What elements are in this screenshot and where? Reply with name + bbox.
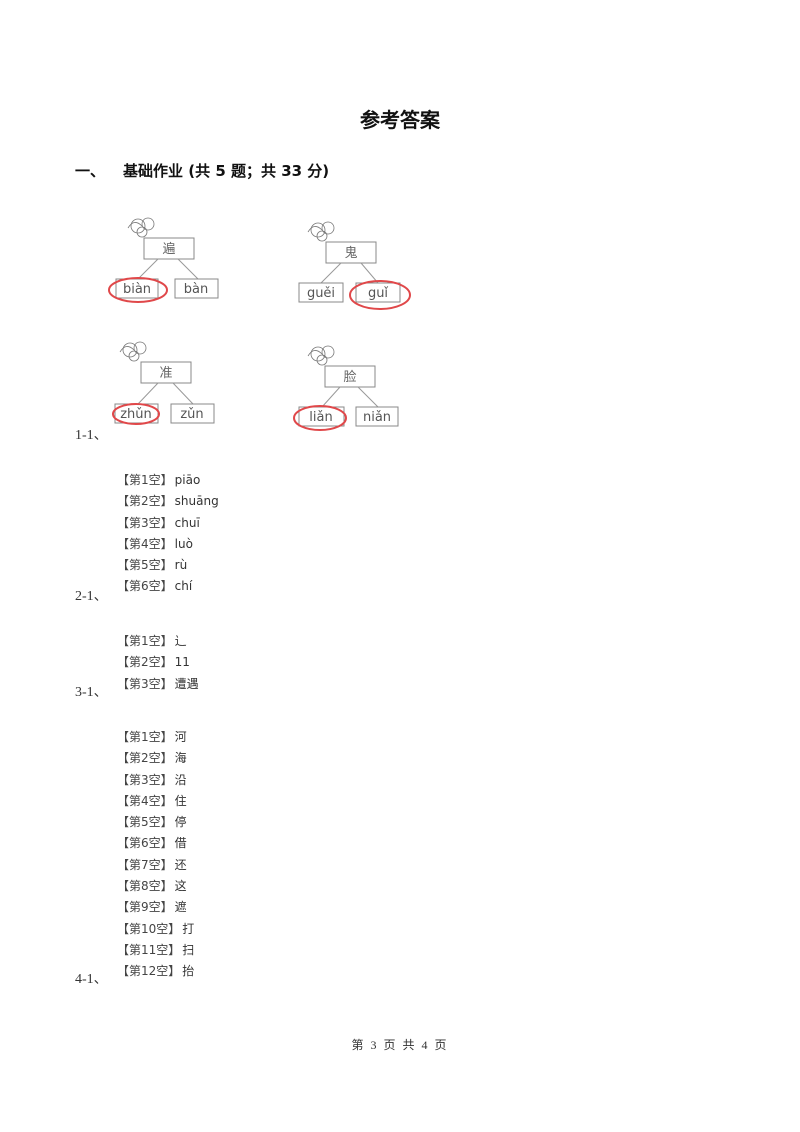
answer-row: 【第8空】这 — [117, 876, 194, 897]
blank-tag: 【第2空】 — [117, 655, 173, 670]
page-footer: 第 3 页 共 4 页 — [351, 1038, 449, 1052]
pinyin-diagram: 准 zhǔn zǔn — [108, 340, 238, 435]
pinyin-diagram: 鬼 guěi guǐ — [296, 218, 426, 313]
answer-row: 【第6空】借 — [117, 833, 194, 854]
flower-icon — [127, 217, 155, 238]
blank-answer: 住 — [174, 793, 187, 808]
answer-row: 【第12空】抬 — [117, 961, 194, 982]
blank-tag: 【第9空】 — [117, 900, 173, 915]
answer-list: 【第1空】河 【第2空】海 【第3空】沿 【第4空】住 【第5空】停 【第6空】… — [117, 727, 194, 983]
pinyin-option: biàn — [123, 282, 151, 297]
blank-answer: 海 — [174, 751, 187, 766]
answer-row: 【第4空】 luò — [117, 534, 219, 555]
blank-tag: 【第3空】 — [117, 676, 173, 691]
question-label: 2-1、 — [75, 589, 108, 604]
pinyin-diagram: 遍 biàn bàn — [108, 214, 238, 309]
blank-answer: 扫 — [182, 942, 195, 957]
blank-tag: 【第1空】 — [117, 730, 173, 744]
answer-row: 【第2空】 shuāng — [117, 491, 219, 512]
blank-answer: 还 — [174, 857, 187, 872]
blank-answer: chuī — [174, 515, 200, 530]
blank-answer: 遮 — [174, 900, 187, 915]
character: 脸 — [343, 370, 356, 385]
section-number: 一、 — [75, 162, 106, 180]
blank-answer: rù — [174, 558, 188, 573]
blank-tag: 【第6空】 — [117, 579, 173, 594]
flower-icon — [307, 345, 335, 366]
question-label: 3-1、 — [75, 685, 108, 700]
character: 遍 — [162, 241, 175, 257]
blank-tag: 【第8空】 — [117, 879, 173, 894]
blank-answer: 河 — [174, 730, 187, 744]
blank-answer: 抬 — [182, 964, 195, 979]
blank-tag: 【第2空】 — [117, 494, 173, 509]
blank-answer: luò — [174, 536, 193, 551]
blank-answer: 沿 — [174, 772, 187, 787]
character: 鬼 — [344, 245, 357, 261]
section-heading: 一、 基础作业 (共 5 题；共 33 分) — [75, 160, 329, 181]
answer-list: 【第1空】 piāo 【第2空】 shuāng 【第3空】 chuī 【第4空】 luò… — [117, 470, 219, 598]
flower-icon — [119, 341, 147, 362]
answer-row: 【第7空】还 — [117, 855, 194, 876]
pinyin-option: guǐ — [368, 286, 388, 301]
blank-tag: 【第4空】 — [117, 536, 173, 551]
pinyin-option: bàn — [184, 282, 208, 297]
page-title: 参考答案 — [360, 108, 440, 132]
blank-answer: 这 — [174, 879, 187, 894]
answer-row: 【第3空】沿 — [117, 770, 194, 791]
answer-row: 【第1空】辶 — [117, 631, 199, 652]
section-title: 基础作业 (共 5 题；共 33 分) — [123, 162, 330, 180]
blank-tag: 【第12空】 — [117, 964, 181, 979]
pinyin-diagram: 脸 liǎn niǎn — [290, 344, 420, 439]
answer-row: 【第9空】遮 — [117, 897, 194, 918]
answer-row: 【第2空】 11 — [117, 652, 199, 673]
question-label: 1-1、 — [75, 428, 108, 443]
character: 准 — [159, 366, 172, 381]
blank-tag: 【第3空】 — [117, 772, 173, 787]
blank-answer: 打 — [182, 921, 195, 936]
answer-row: 【第11空】扫 — [117, 940, 194, 961]
answer-row: 【第5空】停 — [117, 812, 194, 833]
answer-row: 【第10空】打 — [117, 919, 194, 940]
pinyin-option: zǔn — [180, 407, 203, 422]
blank-tag: 【第1空】 — [117, 634, 173, 648]
blank-tag: 【第7空】 — [117, 857, 173, 872]
blank-tag: 【第5空】 — [117, 815, 173, 830]
answer-row: 【第3空】 遭遇 — [117, 674, 199, 695]
blank-tag: 【第11空】 — [117, 942, 181, 957]
blank-tag: 【第10空】 — [117, 921, 181, 936]
pinyin-option: niǎn — [363, 410, 391, 425]
answer-list: 【第1空】辶 【第2空】 11 【第3空】 遭遇 — [117, 631, 199, 695]
pinyin-option: liǎn — [309, 410, 332, 425]
blank-tag: 【第4空】 — [117, 793, 173, 808]
pinyin-option: zhǔn — [120, 407, 152, 422]
answer-row: 【第3空】 chuī — [117, 513, 219, 534]
answer-row: 【第1空】 piāo — [117, 470, 219, 491]
blank-answer: 11 — [174, 655, 190, 670]
blank-answer: 停 — [174, 815, 187, 830]
pinyin-option: guěi — [307, 286, 335, 301]
blank-answer: piāo — [174, 473, 201, 487]
blank-answer: 借 — [174, 836, 187, 851]
blank-tag: 【第2空】 — [117, 751, 173, 766]
answer-row: 【第6空】 chí — [117, 576, 219, 597]
blank-tag: 【第1空】 — [117, 473, 173, 487]
answer-row: 【第4空】住 — [117, 791, 194, 812]
blank-tag: 【第3空】 — [117, 515, 173, 530]
blank-tag: 【第6空】 — [117, 836, 173, 851]
blank-answer: 遭遇 — [174, 676, 199, 691]
answer-row: 【第2空】海 — [117, 748, 194, 769]
question-label: 4-1、 — [75, 972, 108, 987]
blank-answer: shuāng — [174, 494, 219, 509]
answer-row: 【第1空】河 — [117, 727, 194, 748]
blank-answer: chí — [174, 579, 193, 594]
answer-row: 【第5空】 rù — [117, 555, 219, 576]
flower-icon — [307, 221, 335, 242]
blank-answer: 辶 — [174, 634, 187, 648]
blank-tag: 【第5空】 — [117, 558, 173, 573]
